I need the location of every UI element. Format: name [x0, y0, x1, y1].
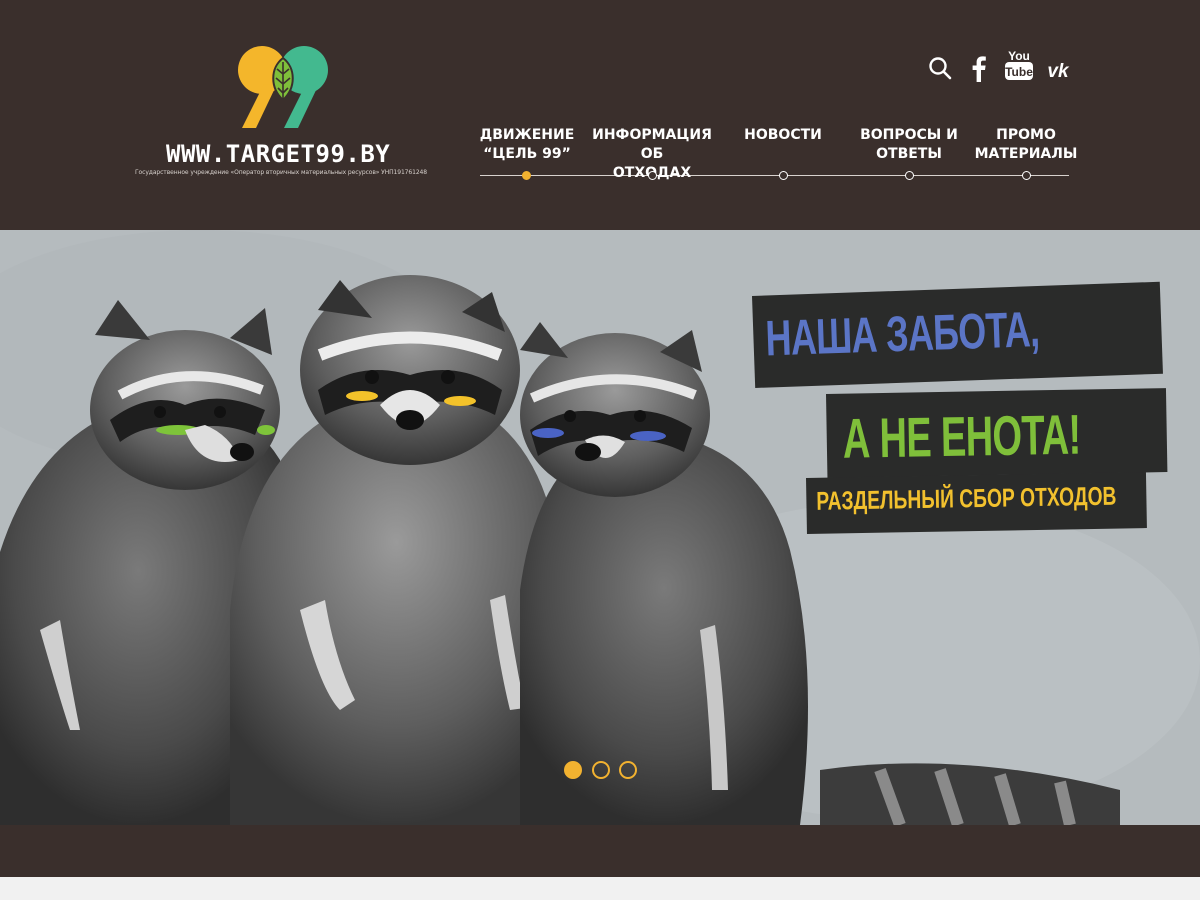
search-icon[interactable] [928, 56, 952, 80]
slogan-box-3: РАЗДЕЛЬНЫЙ СБОР ОТХОДОВ [806, 472, 1147, 534]
youtube-icon[interactable]: You Tube [1004, 48, 1034, 82]
slogan-box-1: НАША ЗАБОТА, [752, 281, 1163, 388]
nav-dot-movement [522, 171, 531, 180]
hero-slider: НАША ЗАБОТА, А НЕ ЕНОТА! РАЗДЕЛЬНЫЙ СБОР… [0, 230, 1200, 825]
logo-url-text: WWW.TARGET99.BY [166, 140, 391, 168]
logo-mark [238, 46, 328, 128]
facebook-icon[interactable] [970, 56, 988, 82]
main-nav: ДВИЖЕНИЕ “ЦЕЛЬ 99” ИНФОРМАЦИЯ ОБ ОТХОДАХ… [480, 120, 1078, 190]
vk-icon[interactable]: vk [1044, 62, 1072, 80]
logo-subtitle: Государственное учреждение «Оператор вто… [134, 169, 427, 176]
slogan-line-3: РАЗДЕЛЬНЫЙ СБОР ОТХОДОВ [816, 480, 1117, 516]
slogan-box-2: А НЕ ЕНОТА! [826, 388, 1168, 478]
nav-dot-faq [905, 171, 914, 180]
slogan-line-1: НАША ЗАБОТА, [764, 301, 1040, 367]
page-content-start [0, 877, 1200, 900]
slider-dot-2[interactable] [592, 761, 610, 779]
nav-item-promo[interactable]: ПРОМО МАТЕРИАЛЫ [956, 126, 1096, 164]
page: WWW.TARGET99.BY Государственное учрежден… [0, 0, 1200, 900]
youtube-label-bottom: Tube [1005, 65, 1033, 79]
nav-track-line [480, 175, 1069, 176]
youtube-label-top: You [1008, 49, 1030, 63]
nav-dot-news [779, 171, 788, 180]
social-links: You Tube vk [926, 48, 1076, 88]
site-header: WWW.TARGET99.BY Государственное учрежден… [0, 0, 1200, 230]
nav-dot-waste-info [648, 171, 657, 180]
slider-dot-1[interactable] [564, 761, 582, 779]
nav-dot-promo [1022, 171, 1031, 180]
vk-label: vk [1047, 62, 1070, 80]
slogan-line-2: А НЕ ЕНОТА! [842, 402, 1081, 470]
hero-slogan: НАША ЗАБОТА, А НЕ ЕНОТА! РАЗДЕЛЬНЫЙ СБОР… [752, 281, 1192, 550]
site-logo[interactable]: WWW.TARGET99.BY Государственное учрежден… [128, 44, 434, 184]
slider-dot-3[interactable] [619, 761, 637, 779]
nav-item-news[interactable]: НОВОСТИ [713, 126, 853, 145]
dark-band [0, 825, 1200, 877]
slider-pagination [560, 761, 650, 783]
nav-item-movement[interactable]: ДВИЖЕНИЕ “ЦЕЛЬ 99” [457, 126, 597, 164]
